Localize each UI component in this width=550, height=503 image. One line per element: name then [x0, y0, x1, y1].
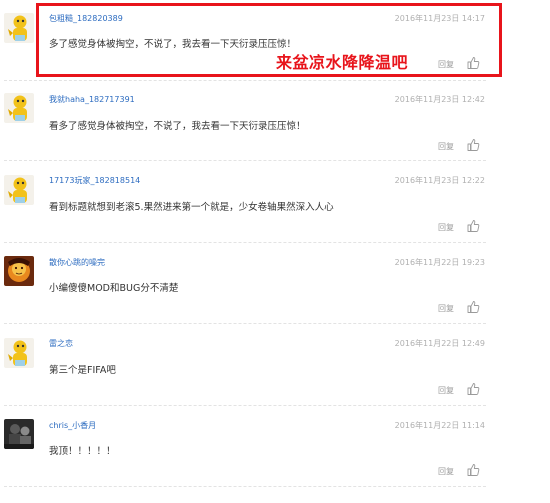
avatar[interactable] — [4, 175, 34, 205]
annotation-text: 来盆凉水降降温吧 — [276, 53, 409, 72]
comment-content: 看到标题就想到老滚5.果然进来第一个就是，少女卷轴果然深入人心 — [49, 202, 334, 213]
thumbs-up-icon[interactable] — [466, 138, 480, 152]
comment-item: 包粗糙_182820389 2016年11月23日 14:17 多了感觉身体被掏… — [0, 0, 550, 80]
comment-username[interactable]: 17173玩家_182818514 — [49, 175, 140, 186]
divider — [4, 486, 486, 487]
reply-button[interactable]: 回复 — [438, 141, 454, 152]
comment-item: 我就haha_182717391 2016年11月23日 12:42 看多了感觉… — [0, 80, 550, 160]
avatar[interactable] — [4, 419, 34, 449]
avatar[interactable] — [4, 256, 34, 286]
thumbs-up-icon[interactable] — [466, 463, 480, 477]
comment-time: 2016年11月23日 12:42 — [394, 95, 485, 104]
reply-button[interactable]: 回复 — [438, 466, 454, 477]
yellow-cartoon-avatar-icon — [4, 93, 34, 123]
comment-item: 雷之恋 2016年11月22日 12:49 第三个是FIFA吧 回复 — [0, 325, 550, 405]
comment-item: chris_小香月 2016年11月22日 11:14 我顶！！！！！ 回复 — [0, 406, 550, 486]
comment-username[interactable]: chris_小香月 — [49, 420, 96, 431]
dark-photo-avatar-icon — [4, 419, 34, 449]
comment-username[interactable]: 散你心跳的噪完 — [49, 257, 105, 268]
comment-content: 看多了感觉身体被掏空，不说了，我去看一下天衍录压压惊！ — [49, 121, 306, 132]
reply-button[interactable]: 回复 — [438, 222, 454, 233]
comment-time: 2016年11月23日 12:22 — [394, 176, 485, 185]
yellow-cartoon-avatar-icon — [4, 338, 34, 368]
comment-time: 2016年11月22日 19:23 — [394, 258, 485, 267]
avatar[interactable] — [4, 338, 34, 368]
comment-time: 2016年11月22日 12:49 — [394, 339, 485, 348]
divider — [4, 323, 486, 324]
comment-username[interactable]: 我就haha_182717391 — [49, 94, 135, 105]
comment-content: 第三个是FIFA吧 — [49, 365, 116, 376]
yellow-cartoon-avatar-icon — [4, 175, 34, 205]
avatar[interactable] — [4, 13, 34, 43]
thumbs-up-icon[interactable] — [466, 300, 480, 314]
thumbs-up-icon[interactable] — [466, 382, 480, 396]
highlight-box — [36, 3, 502, 77]
comment-time: 2016年11月22日 11:14 — [394, 421, 485, 430]
comment-content: 小编傻傻MOD和BUG分不清楚 — [49, 283, 179, 294]
thumbs-up-icon[interactable] — [466, 219, 480, 233]
avatar[interactable] — [4, 93, 34, 123]
comment-username[interactable]: 雷之恋 — [49, 338, 73, 349]
divider — [4, 160, 486, 161]
comment-item: 散你心跳的噪完 2016年11月22日 19:23 小编傻傻MOD和BUG分不清… — [0, 243, 550, 323]
yellow-cartoon-avatar-icon — [4, 13, 34, 43]
reply-button[interactable]: 回复 — [438, 385, 454, 396]
orange-face-avatar-icon — [4, 256, 34, 286]
reply-button[interactable]: 回复 — [438, 303, 454, 314]
comment-content: 我顶！！！！！ — [49, 446, 116, 457]
comment-item: 17173玩家_182818514 2016年11月23日 12:22 看到标题… — [0, 162, 550, 242]
